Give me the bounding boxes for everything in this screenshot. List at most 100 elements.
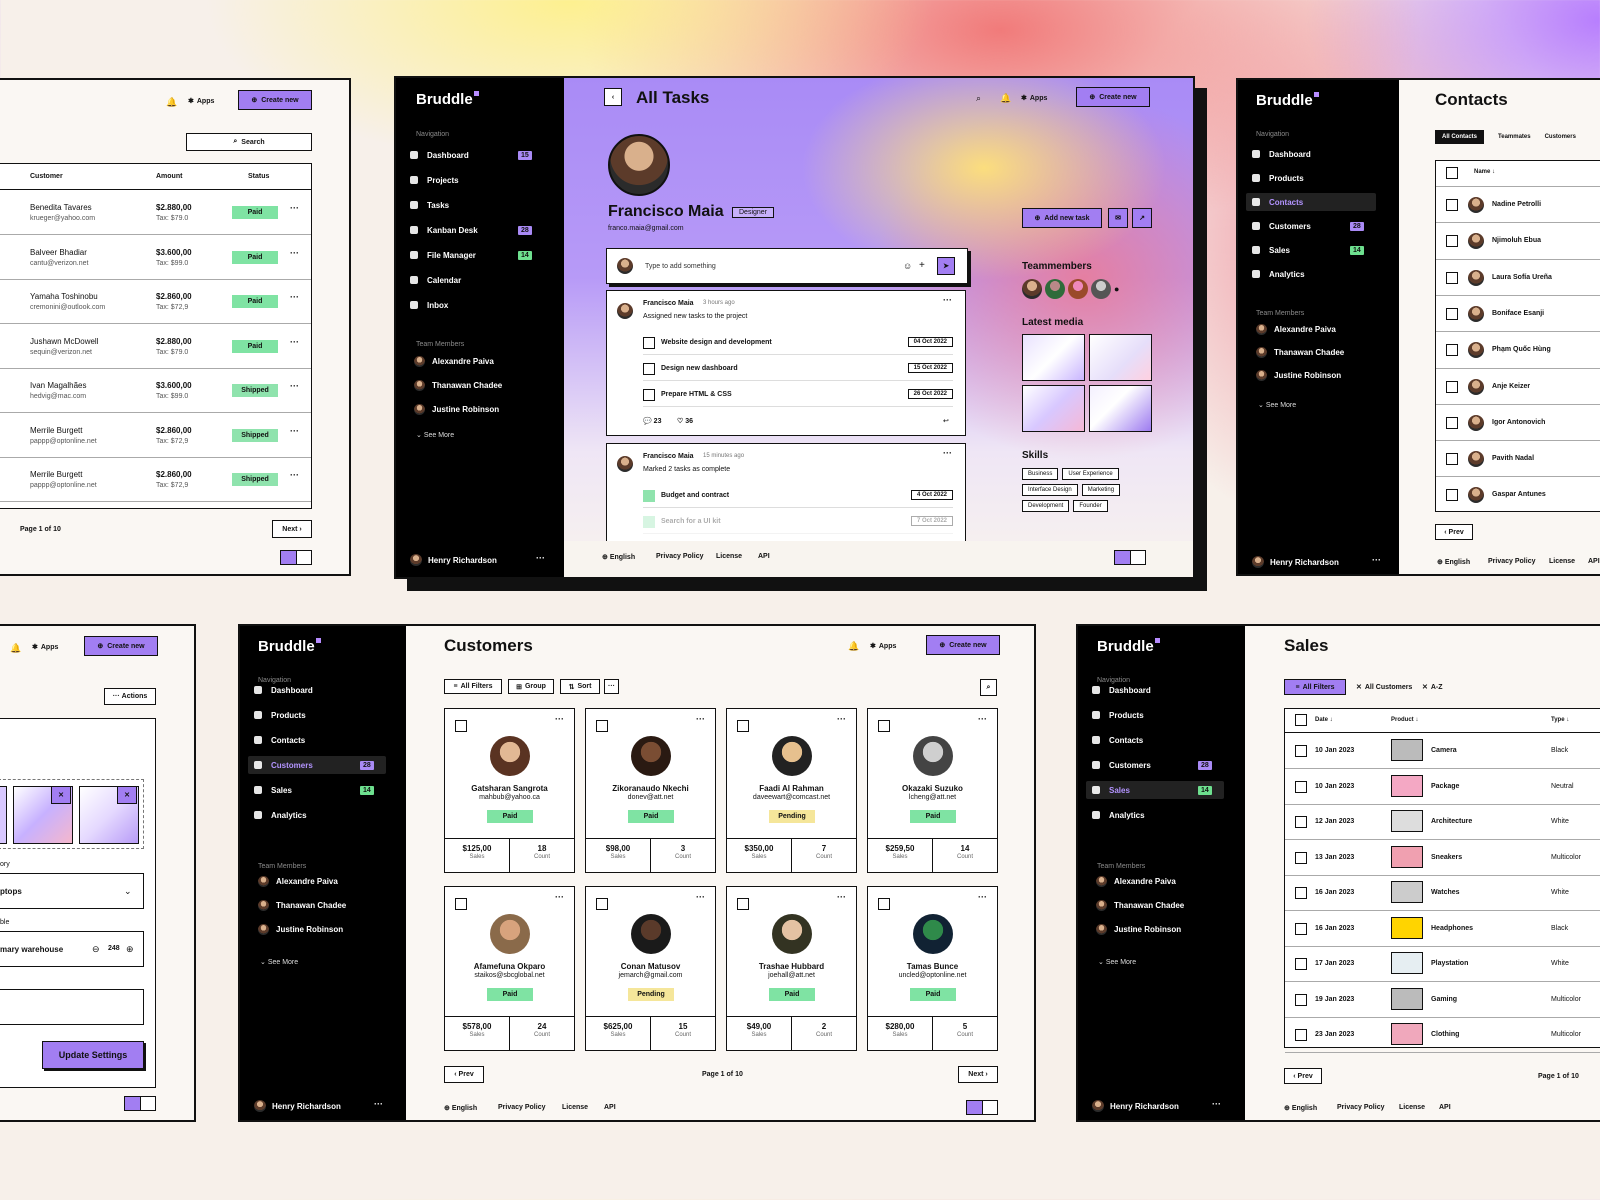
row-more-icon[interactable]: ···	[290, 337, 299, 347]
sidebar-item-file-manager[interactable]: File Manager 14	[404, 246, 544, 264]
team-member-justine-robinson[interactable]: Justine Robinson	[414, 404, 499, 415]
row-more-icon[interactable]: ···	[290, 470, 299, 480]
contact-row[interactable]: Anje Keizer	[1436, 367, 1600, 404]
row-checkbox[interactable]	[1446, 416, 1458, 429]
table-row[interactable]: 19 Jan 2023 Gaming Multicolor	[1285, 983, 1600, 1018]
contact-row[interactable]: Igor Antonovich	[1436, 403, 1600, 440]
task-item[interactable]: Prepare HTML & CSS 26 Oct 2022	[643, 385, 953, 407]
sidebar-item-contacts[interactable]: Contacts	[248, 731, 386, 749]
sidebar-item-sales[interactable]: Sales 14	[248, 781, 386, 799]
contact-row[interactable]: Nadine Petrolli	[1436, 186, 1600, 222]
col-status[interactable]: Status	[248, 173, 269, 180]
teammember-avatar[interactable]	[1068, 279, 1088, 299]
sidebar-item-projects[interactable]: Projects	[404, 171, 544, 189]
reply-icon[interactable]: ↩	[943, 417, 949, 425]
api-link[interactable]: API	[1439, 1104, 1451, 1111]
row-checkbox[interactable]	[1295, 958, 1307, 970]
sidebar-item-dashboard[interactable]: Dashboard	[1246, 145, 1376, 163]
table-row[interactable]: 12 Jan 2023 Architecture White	[1285, 805, 1600, 840]
apps-button[interactable]: ✱ Apps	[870, 642, 896, 651]
table-row[interactable]: 13 Jan 2023 Sneakers Multicolor	[1285, 841, 1600, 876]
privacy-link[interactable]: Privacy Policy	[656, 553, 703, 560]
card-checkbox[interactable]	[596, 898, 608, 910]
sidebar-item-customers[interactable]: Customers 28	[248, 756, 386, 774]
task-checkbox[interactable]	[643, 337, 655, 349]
col-name[interactable]: Name ↓	[1474, 169, 1495, 175]
user-profile[interactable]: Henry Richardson	[410, 554, 497, 566]
task-item[interactable]: Website design and development 04 Oct 202…	[643, 333, 953, 355]
composer-input[interactable]: Type to add something ☺ + ➤	[606, 248, 968, 284]
row-more-icon[interactable]: ···	[290, 381, 299, 391]
row-more-icon[interactable]: ···	[290, 203, 299, 213]
add-task-button[interactable]: ⊕ Add new task	[1022, 208, 1102, 228]
prev-button[interactable]: ‹ Prev	[1435, 524, 1473, 540]
license-link[interactable]: License	[716, 553, 742, 560]
team-member-justine-robinson[interactable]: Justine Robinson	[1096, 924, 1181, 935]
sidebar-item-customers[interactable]: Customers 28	[1086, 756, 1224, 774]
media-thumb[interactable]	[1089, 385, 1152, 432]
actions-button[interactable]: ··· Actions	[104, 688, 156, 705]
team-member-justine-robinson[interactable]: Justine Robinson	[258, 924, 343, 935]
user-profile[interactable]: Henry Richardson	[1092, 1100, 1179, 1112]
table-row[interactable]: Merrile Burgett pappp@optonline.net $2.860…	[0, 458, 311, 502]
table-row[interactable]: Ivan Magalhães hedvig@mac.com $3.600,00 Tax…	[0, 369, 311, 413]
back-button[interactable]: ‹	[604, 88, 622, 106]
card-checkbox[interactable]	[878, 898, 890, 910]
bell-icon[interactable]: 🔔	[166, 97, 177, 108]
mail-button[interactable]: ✉	[1108, 208, 1128, 228]
text-field[interactable]	[0, 989, 144, 1025]
warehouse-field[interactable]: mary warehouse ⊖ 248 ⊕	[0, 931, 144, 967]
sort-button[interactable]: ⇅ Sort	[560, 679, 600, 694]
license-link[interactable]: License	[562, 1104, 588, 1111]
media-thumb[interactable]	[1022, 385, 1085, 432]
user-more-icon[interactable]: ···	[536, 553, 545, 563]
plus-icon[interactable]: ⊕	[126, 944, 134, 955]
skill-tag[interactable]: Interface Design	[1022, 484, 1078, 496]
more-button[interactable]: ···	[604, 679, 619, 694]
post-more-icon[interactable]: ···	[943, 448, 952, 458]
skill-tag[interactable]: Founder	[1073, 500, 1108, 512]
plus-icon[interactable]: +	[919, 260, 925, 271]
row-checkbox[interactable]	[1446, 453, 1458, 466]
contact-row[interactable]: Boniface Esanji	[1436, 294, 1600, 331]
api-link[interactable]: API	[1588, 558, 1600, 565]
col-type[interactable]: Type ↓	[1551, 717, 1569, 723]
apps-button[interactable]: ✱ Apps	[1021, 94, 1047, 103]
theme-toggle[interactable]	[966, 1100, 998, 1115]
card-checkbox[interactable]	[878, 720, 890, 732]
card-checkbox[interactable]	[596, 720, 608, 732]
apps-button[interactable]: ✱ Apps	[188, 97, 214, 106]
col-product[interactable]: Product ↓	[1391, 717, 1418, 723]
teammember-avatar[interactable]	[1045, 279, 1065, 299]
table-row[interactable]: 10 Jan 2023 Package Neutral	[1285, 770, 1600, 805]
contact-row[interactable]: Pavith Nadal	[1436, 440, 1600, 476]
row-checkbox[interactable]	[1446, 489, 1458, 502]
team-member-thanawan-chadee[interactable]: Thanawan Chadee	[1096, 900, 1184, 911]
post-more-icon[interactable]: ···	[943, 295, 952, 305]
row-checkbox[interactable]	[1295, 780, 1307, 793]
row-checkbox[interactable]	[1446, 235, 1458, 248]
privacy-link[interactable]: Privacy Policy	[498, 1104, 545, 1111]
team-member-thanawan-chadee[interactable]: Thanawan Chadee	[258, 900, 346, 911]
team-member-thanawan-chadee[interactable]: Thanawan Chadee	[1256, 347, 1344, 358]
task-item[interactable]: Design new dashboard 15 Oct 2022	[643, 359, 953, 381]
like-icon[interactable]: ♡ 36	[677, 417, 693, 425]
see-more-link[interactable]: ⌄ See More	[416, 431, 454, 439]
col-date[interactable]: Date ↓	[1315, 717, 1333, 723]
sidebar-item-dashboard[interactable]: Dashboard	[248, 681, 386, 699]
sidebar-item-products[interactable]: Products	[248, 706, 386, 724]
license-link[interactable]: License	[1399, 1104, 1425, 1111]
sidebar-item-dashboard[interactable]: Dashboard 15	[404, 146, 544, 164]
customer-card[interactable]: ··· Afamefuna Okparo staikos@sbcglobal.net…	[444, 886, 575, 1051]
sidebar-item-products[interactable]: Products	[1086, 706, 1224, 724]
row-checkbox[interactable]	[1295, 887, 1307, 899]
card-checkbox[interactable]	[737, 720, 749, 732]
create-new-button[interactable]: ⊕ Create new	[926, 635, 1000, 655]
task-checkbox[interactable]	[643, 363, 655, 375]
card-checkbox[interactable]	[737, 898, 749, 910]
card-more-icon[interactable]: ···	[696, 892, 705, 902]
contact-row[interactable]: Njimoluh Ebua	[1436, 222, 1600, 258]
table-row[interactable]: 16 Jan 2023 Headphones Black	[1285, 912, 1600, 947]
license-link[interactable]: License	[1549, 558, 1575, 565]
see-more-link[interactable]: ⌄ See More	[1258, 401, 1296, 409]
